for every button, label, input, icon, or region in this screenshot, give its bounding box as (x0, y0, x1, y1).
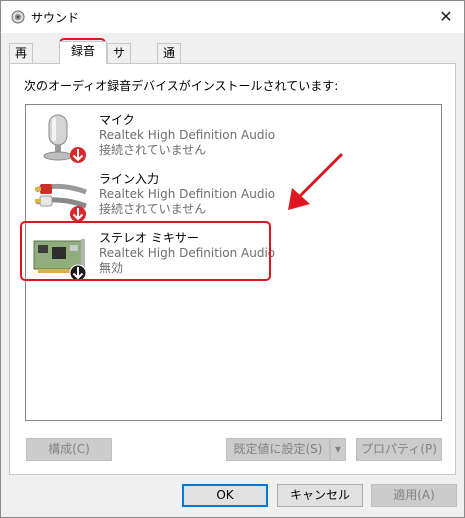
tab-playback[interactable]: 再生 (9, 43, 34, 79)
sound-dialog: サウンド ✕ 再生 録音 サウンド 通信 次のオーディオ録音デバイスがインストー… (0, 0, 465, 518)
tab-recording[interactable]: 録音 (59, 41, 107, 64)
close-button[interactable]: ✕ (428, 1, 464, 31)
device-status: 接続されていません (99, 202, 207, 216)
tab-communications[interactable]: 通信 (157, 43, 182, 79)
annotation-arrow-icon (288, 152, 344, 210)
device-item-microphone[interactable]: マイク Realtek High Definition Audio 接続されてい… (32, 113, 432, 169)
ok-button[interactable]: OK (182, 484, 268, 507)
device-driver: Realtek High Definition Audio (99, 187, 276, 201)
set-default-button[interactable]: 既定値に設定(S) (226, 438, 330, 461)
set-default-dropdown[interactable]: ▾ (330, 438, 346, 461)
chevron-down-icon: ▾ (334, 442, 342, 456)
close-icon: ✕ (439, 6, 453, 26)
recording-panel: 次のオーディオ録音デバイスがインストールされています: マイク Realtek … (9, 63, 456, 475)
line-in-cable-icon (35, 183, 87, 222)
device-driver: Realtek High Definition Audio (99, 246, 276, 260)
device-name: ステレオ ミキサー (99, 231, 199, 245)
apply-button[interactable]: 適用(A) (371, 484, 457, 507)
microphone-icon (43, 114, 86, 163)
device-list-description: 次のオーディオ録音デバイスがインストールされています: (24, 79, 339, 93)
tab-sounds[interactable]: サウンド (107, 43, 132, 117)
device-status: 無効 (99, 261, 124, 275)
speaker-icon (11, 10, 25, 24)
device-status: 接続されていません (99, 143, 207, 157)
cancel-button[interactable]: キャンセル (277, 484, 363, 507)
sound-card-icon (33, 239, 87, 282)
device-driver: Realtek High Definition Audio (99, 128, 276, 142)
configure-button[interactable]: 構成(C) (26, 438, 112, 461)
device-item-line-in[interactable]: ライン入力 Realtek High Definition Audio 接続され… (32, 172, 432, 228)
device-name: ライン入力 (99, 172, 160, 186)
device-list[interactable]: マイク Realtek High Definition Audio 接続されてい… (25, 104, 442, 421)
window-title: サウンド (31, 11, 80, 25)
title-bar: サウンド ✕ (1, 1, 464, 33)
device-name: マイク (99, 113, 135, 127)
device-item-stereo-mixer[interactable]: ステレオ ミキサー Realtek High Definition Audio … (32, 231, 432, 287)
properties-button[interactable]: プロパティ(P) (356, 438, 442, 461)
